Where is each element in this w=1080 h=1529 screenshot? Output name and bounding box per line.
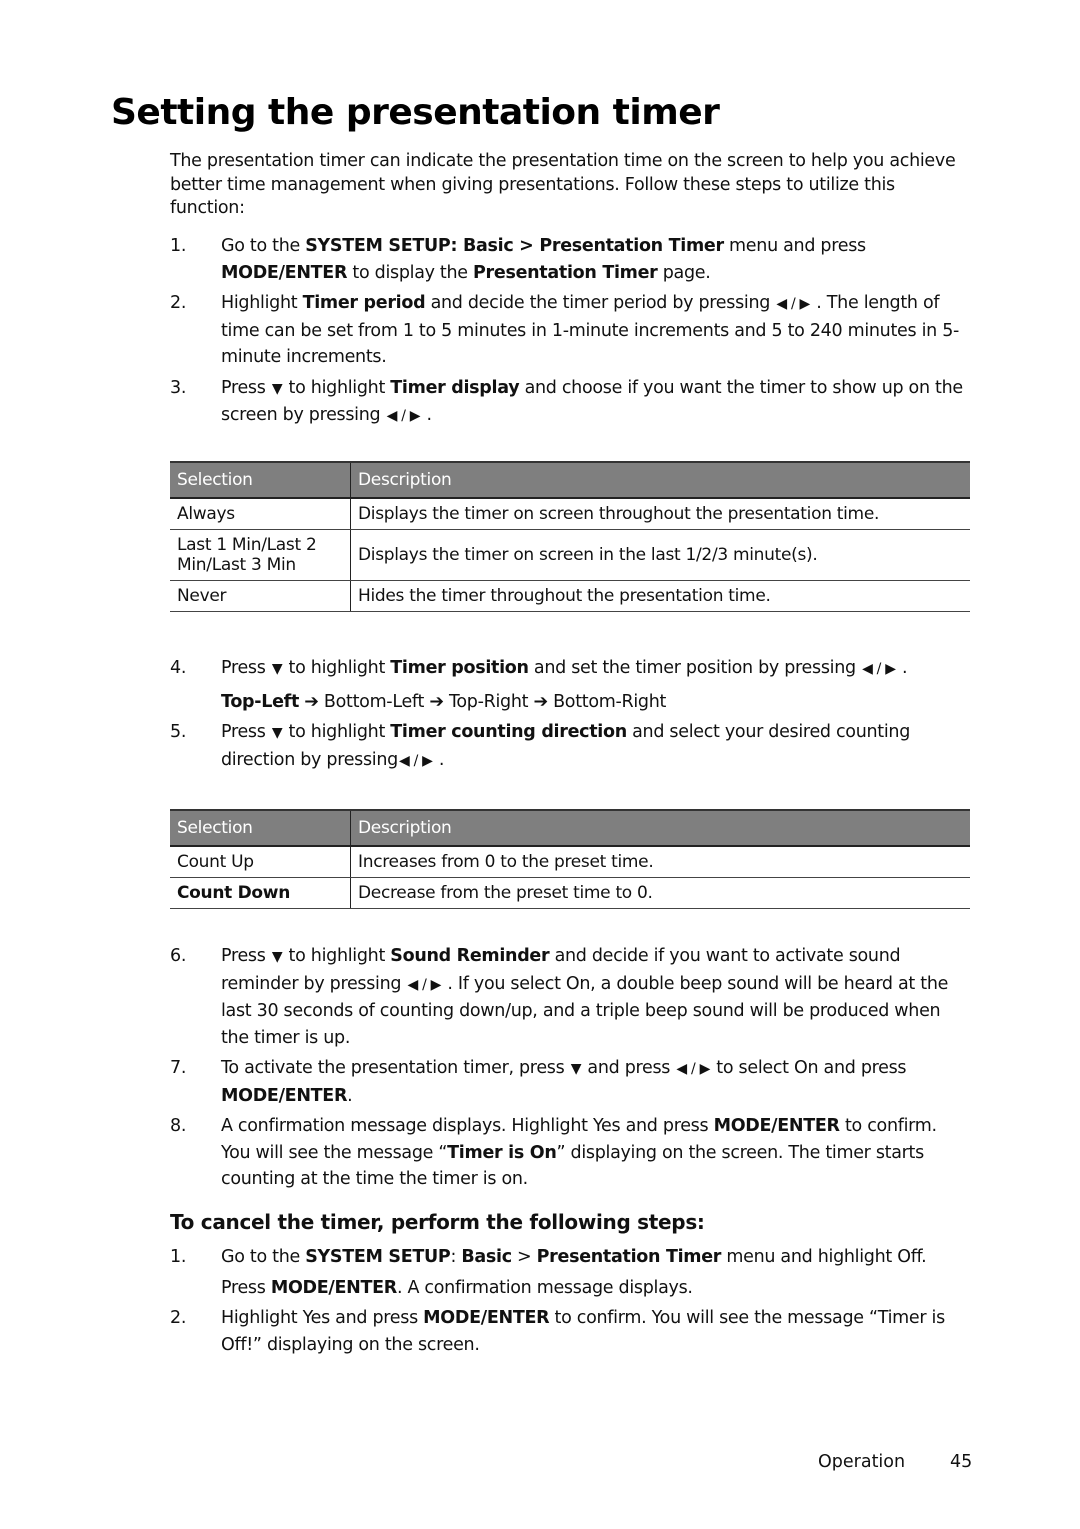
left-right-arrows-icon: ◀ / ▶ [407,976,442,993]
table-row: Count Up Increases from 0 to the preset t… [170,846,970,878]
list-item: 1. Go to the SYSTEM SETUP: Basic > Presen… [170,1244,970,1301]
step-text: Highlight Timer period and decide the ti… [221,293,960,367]
step-extra-text: Press MODE/ENTER. A confirmation message… [221,1277,693,1298]
list-item: 8. A confirmation message displays. Highl… [170,1113,970,1193]
bold-term: Timer position [390,658,529,678]
down-arrow-icon: ▼ [271,661,283,677]
list-item: 3. Press ▼ to highlight Timer display and… [170,375,970,430]
bold-term: MODE/ENTER [270,1277,397,1298]
step-number: 1. [170,236,187,256]
position-option: Bottom-Left [323,691,425,712]
step-number: 2. [170,1308,187,1328]
step-number: 4. [170,658,187,678]
description-cell: Increases from 0 to the preset time. [350,846,970,878]
cancel-steps-list: 1. Go to the SYSTEM SETUP: Basic > Presen… [170,1244,970,1362]
list-item: 2. Highlight Yes and press MODE/ENTER to … [170,1305,970,1358]
cancel-heading: To cancel the timer, perform the followi… [170,1210,705,1234]
steps-list-b: 4. Press ▼ to highlight Timer position an… [170,655,970,778]
bold-term: MODE/ENTER [221,1085,348,1106]
bold-term: Timer is On [447,1142,557,1163]
list-item: 5. Press ▼ to highlight Timer counting di… [170,719,970,774]
down-arrow-icon: ▼ [570,1061,582,1077]
bold-term: MODE/ENTER [713,1116,840,1136]
step-number: 7. [170,1058,187,1078]
step-number: 3. [170,377,187,398]
table-row: Count Down Decrease from the preset time … [170,877,970,909]
position-option: Top-Right [448,691,529,712]
steps-list-c: 6. Press ▼ to highlight Sound Reminder an… [170,943,970,1197]
page-title: Setting the presentation timer [111,92,720,133]
step-text: Go to the SYSTEM SETUP: Basic > Presenta… [221,1247,927,1267]
right-arrow-icon: ➔ [299,691,324,712]
bold-term: SYSTEM SETUP [305,1247,451,1267]
description-cell: Hides the timer throughout the presentat… [350,580,970,612]
down-arrow-icon: ▼ [271,725,283,741]
down-arrow-icon: ▼ [271,949,283,965]
left-right-arrows-icon: ◀ / ▶ [386,408,421,424]
selection-cell: Count Up [170,846,351,878]
step-text: A confirmation message displays. Highlig… [221,1116,937,1189]
table-header-selection: Selection [170,809,351,847]
selection-cell: Last 1 Min/Last 2 Min/Last 3 Min [170,529,351,581]
position-option: Top-Left [221,691,300,712]
step-text: Go to the SYSTEM SETUP: Basic > Presenta… [221,236,866,283]
left-right-arrows-icon: ◀ / ▶ [676,1061,711,1077]
left-right-arrows-icon: ◀ / ▶ [776,296,810,312]
down-arrow-icon: ▼ [271,380,283,397]
bold-term: MODE/ENTER [221,262,348,283]
table-row: Never Hides the timer throughout the pres… [170,580,970,612]
step-text: Press ▼ to highlight Sound Reminder and … [221,946,949,1048]
step-text: Highlight Yes and press MODE/ENTER to co… [221,1308,945,1355]
step-number: 8. [170,1116,187,1136]
left-right-arrows-icon: ◀ / ▶ [862,661,896,677]
selection-cell: Always [170,498,351,530]
bold-term: Timer period [302,293,426,313]
bold-term: Sound Reminder [390,946,550,966]
selection-cell: Count Down [170,877,351,909]
right-arrow-icon: ➔ [528,691,554,712]
step-text: To activate the presentation timer, pres… [221,1058,907,1106]
bold-term: MODE/ENTER [423,1308,550,1328]
table-header-description: Description [350,461,970,499]
left-right-arrows-icon: ◀ / ▶ [398,752,433,769]
step-text: Press ▼ to highlight Timer position and … [221,658,908,678]
right-arrow-icon: ➔ [424,691,449,712]
bold-term: Basic [461,1247,512,1267]
bold-term: Timer counting direction [390,722,627,742]
table-header-selection: Selection [170,461,351,499]
position-sequence: Top-Left ➔ Bottom-Left ➔ Top-Right ➔ Bot… [221,689,970,716]
list-item: 4. Press ▼ to highlight Timer position an… [170,655,970,715]
selection-cell: Never [170,580,351,612]
step-number: 2. [170,293,187,313]
position-option: Bottom-Right [553,691,667,712]
step-number: 6. [170,946,187,966]
bold-term: Presentation Timer [473,262,658,283]
list-item: 7. To activate the presentation timer, pr… [170,1055,970,1109]
steps-list-a: 1. Go to the SYSTEM SETUP: Basic > Presen… [170,233,970,434]
list-item: 2. Highlight Timer period and decide the … [170,290,970,371]
description-cell: Displays the timer on screen in the last… [350,529,970,581]
bold-term: Timer display [390,377,520,398]
description-cell: Decrease from the preset time to 0. [350,877,970,909]
footer-section: Operation [818,1452,906,1472]
timer-display-table: Selection Description Always Displays the… [170,461,970,612]
list-item: 1. Go to the SYSTEM SETUP: Basic > Presen… [170,233,970,286]
step-number: 5. [170,722,187,742]
list-item: 6. Press ▼ to highlight Sound Reminder an… [170,943,970,1051]
bold-term: SYSTEM SETUP: Basic > Presentation Timer [305,236,724,256]
description-cell: Displays the timer on screen throughout … [350,498,970,530]
intro-paragraph: The presentation timer can indicate the … [170,151,956,218]
step-text: Press ▼ to highlight Timer counting dire… [221,722,910,770]
counting-direction-table: Selection Description Count Up Increases … [170,809,970,909]
page-number: 45 [950,1452,973,1472]
table-header-description: Description [350,809,970,847]
table-row: Last 1 Min/Last 2 Min/Last 3 Min Displays… [170,529,970,581]
table-row: Always Displays the timer on screen throu… [170,498,970,530]
bold-term: Presentation Timer [536,1247,722,1267]
step-text: Press ▼ to highlight Timer display and c… [221,378,963,426]
step-number: 1. [170,1247,187,1267]
